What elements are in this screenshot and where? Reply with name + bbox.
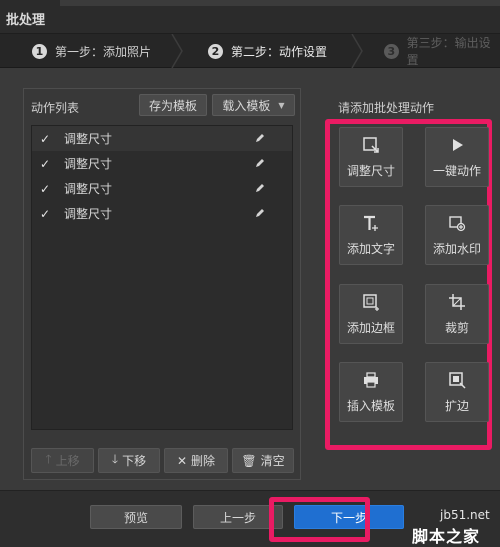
delete-label: 删除	[191, 454, 216, 468]
actions-list: ✓ 调整尺寸 ✓ 调整尺寸 ✓ 调整尺寸 ✓ 调整尺寸	[31, 125, 293, 430]
step-2-label: 第二步：动作设置	[231, 44, 328, 59]
list-item[interactable]: ✓ 调整尺寸	[32, 126, 292, 151]
save-template-button[interactable]: 存为模板	[139, 94, 207, 116]
step-separator-icon	[351, 34, 363, 68]
checkbox[interactable]: ✓	[40, 158, 52, 170]
pencil-icon[interactable]	[254, 207, 266, 219]
step-3[interactable]: 3 第三步：输出设置	[384, 34, 500, 68]
play-icon	[453, 138, 463, 151]
load-template-label: 载入模板	[222, 98, 271, 113]
arrow-down-icon: 🡓	[111, 452, 119, 466]
move-up-button[interactable]: 🡑 上移	[31, 448, 94, 473]
close-icon: ✕	[176, 453, 188, 468]
trash-icon: 🗑	[241, 453, 257, 468]
action-border-button[interactable]: 添加边框	[339, 284, 403, 344]
action-oneclick-button[interactable]: 一键动作	[425, 127, 489, 187]
step-3-label: 第三步：输出设置	[406, 36, 491, 67]
step-separator-icon	[171, 34, 183, 68]
arrow-up-icon: 🡑	[45, 452, 52, 466]
step-indicator: 1 第一步：添加照片 2 第二步：动作设置 3 第三步：输出设置	[0, 34, 500, 68]
delete-button[interactable]: ✕ 删除	[164, 448, 228, 473]
watermark-icon	[449, 215, 466, 231]
template-icon	[364, 371, 378, 388]
expand-icon	[449, 371, 466, 389]
title-bar: 批处理	[0, 0, 500, 34]
checkbox[interactable]: ✓	[40, 133, 52, 145]
action-label: 插入模板	[346, 398, 395, 413]
watermark-domain: jb51.net	[440, 508, 490, 522]
border-icon	[363, 293, 379, 311]
action-resize-button[interactable]: 调整尺寸	[339, 127, 403, 187]
step-1-number: 1	[32, 43, 47, 59]
add-actions-heading: 请添加批处理动作	[338, 101, 435, 115]
text-icon	[364, 215, 378, 231]
action-label: 添加水印	[432, 241, 481, 256]
action-add-text-button[interactable]: 添加文字	[339, 205, 403, 265]
watermark-site-name: 脚本之家	[412, 527, 481, 546]
load-template-dropdown[interactable]: 载入模板 ▼	[212, 94, 295, 116]
actions-list-heading: 动作列表	[31, 101, 80, 115]
step-2[interactable]: 2 第二步：动作设置	[208, 34, 327, 68]
pencil-icon[interactable]	[254, 182, 266, 194]
clear-button[interactable]: 🗑 清空	[232, 448, 294, 473]
move-up-label: 上移	[55, 454, 80, 468]
checkbox[interactable]: ✓	[40, 183, 52, 195]
list-item[interactable]: ✓ 调整尺寸	[32, 176, 292, 201]
pencil-icon[interactable]	[254, 157, 266, 169]
list-item[interactable]: ✓ 调整尺寸	[32, 201, 292, 226]
move-down-label: 下移	[122, 454, 147, 468]
chevron-down-icon: ▼	[278, 100, 285, 110]
step-1[interactable]: 1 第一步：添加照片	[32, 34, 151, 68]
action-label: 扩边	[444, 398, 469, 413]
action-insert-template-button[interactable]: 插入模板	[339, 362, 403, 422]
checkbox[interactable]: ✓	[40, 208, 52, 220]
action-expand-button[interactable]: 扩边	[425, 362, 489, 422]
move-down-button[interactable]: 🡓 下移	[98, 448, 160, 473]
window-title: 批处理	[6, 13, 46, 28]
title-bar-overlay	[60, 0, 500, 6]
action-label: 裁剪	[444, 320, 469, 335]
next-step-highlight	[269, 497, 370, 542]
action-label: 一键动作	[432, 163, 481, 178]
step-3-number: 3	[384, 43, 399, 59]
action-crop-button[interactable]: 裁剪	[425, 284, 489, 344]
action-label: 添加边框	[346, 320, 395, 335]
preview-button[interactable]: 预览	[90, 505, 182, 529]
action-label: 调整尺寸	[346, 163, 395, 178]
clear-label: 清空	[260, 454, 285, 468]
list-item[interactable]: ✓ 调整尺寸	[32, 151, 292, 176]
step-1-label: 第一步：添加照片	[55, 44, 152, 59]
resize-icon	[363, 136, 379, 153]
action-label: 添加文字	[346, 241, 395, 256]
step-2-number: 2	[208, 43, 223, 59]
crop-icon	[449, 293, 465, 310]
pencil-icon[interactable]	[254, 132, 266, 144]
action-watermark-button[interactable]: 添加水印	[425, 205, 489, 265]
